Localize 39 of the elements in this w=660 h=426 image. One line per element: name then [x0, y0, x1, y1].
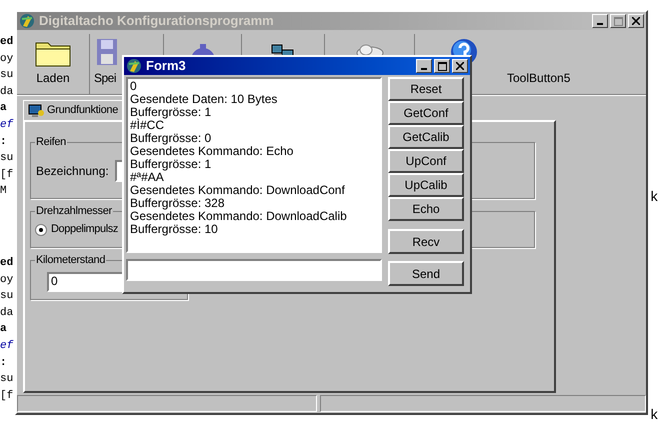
code-fragment: a: [0, 322, 8, 338]
code-fragment: :: [0, 356, 8, 371]
code-fragment: oy: [0, 272, 14, 288]
code-fragment: su: [0, 372, 14, 388]
code-fragment: [f: [0, 388, 14, 404]
code-fragment: :: [0, 134, 8, 150]
code-fragment: su: [0, 289, 14, 304]
log-line: Buffergrösse: 1: [130, 158, 212, 171]
code-fragment: ef: [0, 338, 14, 354]
code-fragment: [f: [0, 168, 14, 183]
log-line: #Ì#CC: [130, 119, 164, 132]
log-line: Gesendete Daten: 10 Bytes: [130, 93, 278, 106]
field-label: Bezeichnung:: [36, 162, 109, 180]
log-line: Gesendetes Kommando: DownloadCalib: [130, 210, 348, 223]
code-fragment: a: [0, 101, 8, 116]
log-line: Buffergrösse: 328: [130, 197, 226, 210]
toolbar-label: Spei: [94, 70, 116, 86]
code-fragment: su: [0, 151, 14, 166]
log-line: #ª#AA: [130, 171, 164, 184]
code-fragment: da: [0, 84, 14, 100]
log-line: Buffergrösse: 10: [130, 223, 219, 236]
code-fragment: k: [650, 407, 658, 426]
code-fragment: k: [650, 189, 658, 208]
log-line: Buffergrösse: 0: [130, 132, 212, 145]
window-title: Digitaltacho Konfigurationsprogramm: [39, 12, 275, 30]
window-title: Form3: [146, 57, 187, 76]
code-fragment: ed: [0, 256, 14, 271]
log-line: Gesendetes Kommando: DownloadConf: [130, 184, 346, 197]
code-fragment: oy: [0, 52, 14, 67]
code-fragment: su: [0, 68, 14, 84]
code-fragment: ed: [0, 35, 14, 50]
code-fragment: M: [0, 184, 8, 200]
code-fragment: da: [0, 306, 14, 321]
log-line: Gesendetes Kommando: Echo: [130, 145, 294, 158]
toolbar-label: ToolButton5: [507, 70, 570, 86]
toolbar-label: Laden: [36, 70, 70, 86]
code-fragment: ef: [0, 118, 14, 133]
log-line: Buffergrösse: 1: [130, 106, 212, 119]
log-line: 0: [130, 80, 138, 93]
